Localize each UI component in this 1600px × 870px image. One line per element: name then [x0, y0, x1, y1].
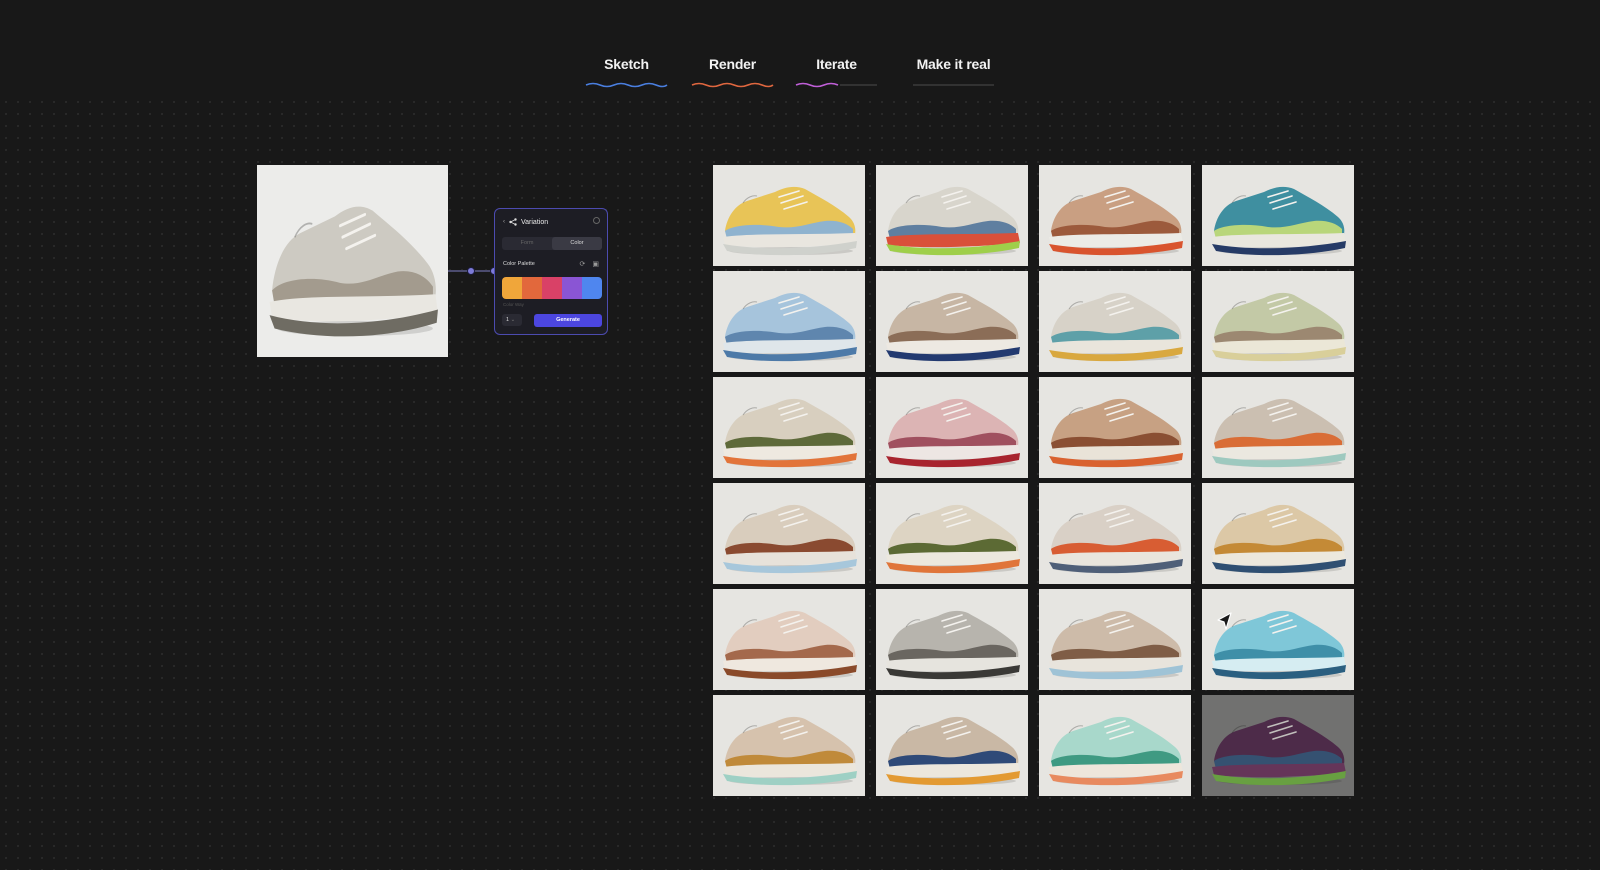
shoe-illustration — [723, 716, 857, 786]
shoe-illustration — [886, 186, 1020, 256]
variation-tile[interactable] — [1039, 377, 1191, 478]
shoe-illustration — [1049, 292, 1183, 362]
collapse-chevron-icon[interactable]: ‹ — [503, 219, 505, 225]
swatch-2[interactable] — [522, 277, 542, 299]
shoe-illustration — [1212, 292, 1346, 362]
shoe-illustration — [886, 504, 1020, 574]
count-stepper[interactable]: 1 ⌄ — [502, 314, 522, 326]
variation-tile[interactable] — [1202, 165, 1354, 266]
shoe-illustration — [723, 610, 857, 680]
generate-button[interactable]: Generate — [534, 314, 602, 327]
variation-tile[interactable] — [1202, 589, 1354, 690]
shoe-illustration — [269, 206, 438, 337]
variation-tile[interactable] — [876, 589, 1028, 690]
variation-tile[interactable] — [876, 483, 1028, 584]
color-palette-label: Color Palette — [503, 261, 535, 267]
tab-render-label: Render — [708, 56, 757, 72]
swatch-5[interactable] — [582, 277, 602, 299]
mouse-cursor-icon — [1217, 612, 1232, 630]
tab-make-it-real-underline — [913, 84, 994, 86]
variation-tile[interactable] — [876, 271, 1028, 372]
variation-tile[interactable] — [713, 377, 865, 478]
mode-form-option[interactable]: Form — [502, 237, 552, 250]
tab-iterate-label: Iterate — [816, 56, 857, 72]
tab-render-underline — [691, 82, 774, 88]
variation-tile[interactable] — [1039, 483, 1191, 584]
swatch-3[interactable] — [542, 277, 562, 299]
swatch-4[interactable] — [562, 277, 582, 299]
variation-tile[interactable] — [876, 695, 1028, 796]
shoe-illustration — [1049, 186, 1183, 256]
swatch-1[interactable] — [502, 277, 522, 299]
shoe-illustration — [723, 186, 857, 256]
variation-tile[interactable] — [713, 271, 865, 372]
tab-sketch-underline — [585, 82, 668, 88]
shoe-illustration — [886, 292, 1020, 362]
variation-tile[interactable] — [876, 165, 1028, 266]
shoe-illustration — [1212, 398, 1346, 468]
mode-toggle: Form Color — [502, 237, 602, 250]
variation-tile[interactable] — [1202, 271, 1354, 372]
color-way-label: Color Way — [503, 302, 524, 307]
tab-render[interactable]: Render — [689, 56, 776, 92]
workflow-tabs: Sketch Render Iterate Make it real — [0, 0, 1600, 100]
variation-node-panel: ‹ Variation Form Color Color Palette ⟳ ▣… — [494, 208, 608, 335]
variation-tile[interactable] — [713, 589, 865, 690]
image-upload-icon[interactable]: ▣ — [592, 260, 599, 268]
shoe-illustration — [886, 610, 1020, 680]
variation-tile[interactable] — [1202, 695, 1354, 796]
panel-header: ‹ Variation — [503, 218, 548, 226]
shoe-illustration — [1049, 610, 1183, 680]
shoe-illustration — [1212, 504, 1346, 574]
shoe-illustration — [1212, 186, 1346, 256]
count-value: 1 — [506, 317, 510, 323]
variation-grid — [713, 165, 1354, 796]
shoe-illustration — [723, 504, 857, 574]
color-palette-swatches[interactable] — [502, 277, 602, 299]
variation-tile[interactable] — [1202, 377, 1354, 478]
refresh-icon[interactable]: ⟳ — [580, 260, 586, 268]
shoe-illustration — [886, 716, 1020, 786]
output-port[interactable] — [467, 267, 475, 275]
tab-sketch-label: Sketch — [604, 56, 649, 72]
tab-make-it-real-label: Make it real — [916, 56, 991, 72]
variation-tile[interactable] — [876, 377, 1028, 478]
panel-title: Variation — [521, 218, 549, 226]
variation-tile[interactable] — [1039, 271, 1191, 372]
source-shoe-image[interactable] — [257, 165, 448, 357]
shoe-illustration — [1049, 716, 1183, 786]
variation-tile[interactable] — [713, 695, 865, 796]
shoe-illustration — [886, 398, 1020, 468]
shoe-illustration — [723, 292, 857, 362]
variation-branch-icon — [509, 218, 517, 226]
variation-tile[interactable] — [1039, 165, 1191, 266]
shoe-illustration — [1212, 716, 1346, 786]
tab-make-it-real[interactable]: Make it real — [910, 56, 997, 92]
variation-tile[interactable] — [1039, 695, 1191, 796]
variation-tile[interactable] — [1039, 589, 1191, 690]
tab-iterate[interactable]: Iterate — [793, 56, 880, 92]
variation-tile[interactable] — [1202, 483, 1354, 584]
shoe-illustration — [723, 398, 857, 468]
mode-color-option[interactable]: Color — [552, 237, 602, 250]
tab-iterate-underline — [795, 82, 877, 88]
shoe-illustration — [1212, 610, 1346, 680]
variation-tile[interactable] — [713, 165, 865, 266]
variation-tile[interactable] — [713, 483, 865, 584]
shoe-illustration — [1049, 398, 1183, 468]
info-icon[interactable] — [593, 217, 600, 224]
shoe-illustration — [1049, 504, 1183, 574]
tab-sketch[interactable]: Sketch — [583, 56, 670, 92]
